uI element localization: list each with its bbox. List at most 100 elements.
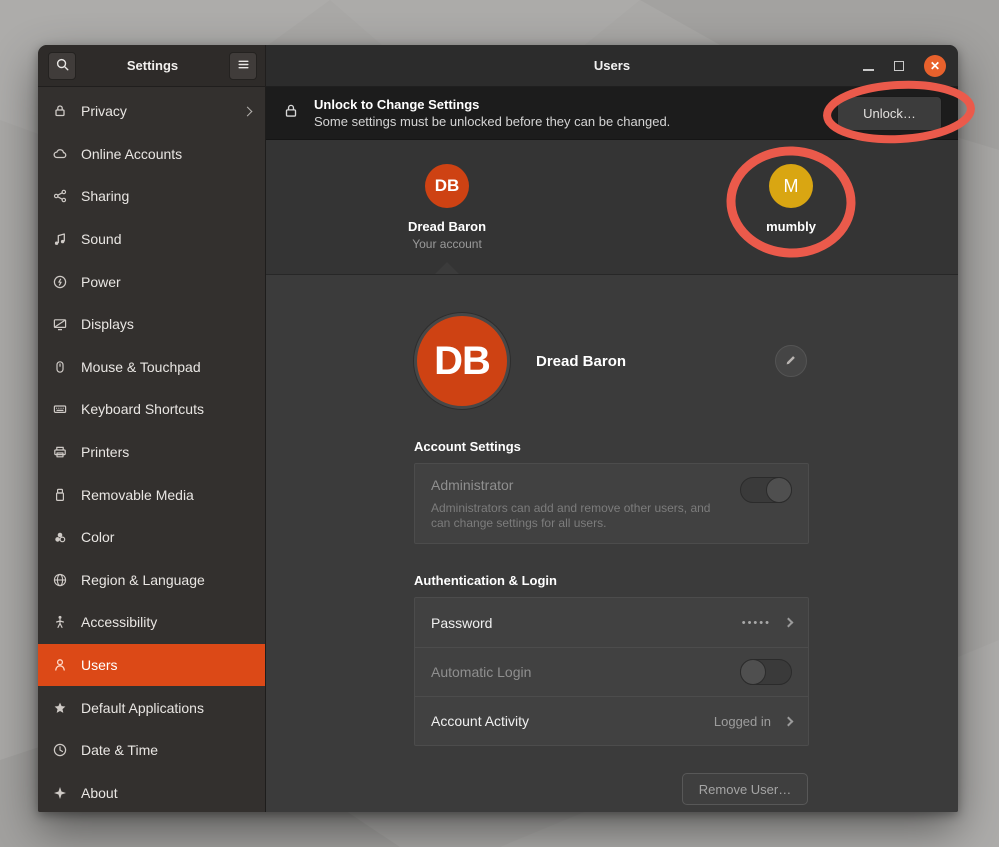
password-row[interactable]: Password ••••• [415,598,808,647]
sidebar-item-accessibility[interactable]: Accessibility [38,601,265,644]
avatar: DB [425,164,469,208]
unlock-banner-text: Unlock to Change Settings Some settings … [314,97,823,129]
automatic-login-toggle[interactable] [740,659,792,685]
administrator-card: Administrator Administrators can add and… [414,463,809,544]
sidebar-item-label: Mouse & Touchpad [81,359,253,375]
chevron-right-icon [784,618,794,628]
toggle-knob [766,477,792,503]
pencil-icon [784,353,798,370]
user-tile-mumbly[interactable]: M mumbly [711,164,871,234]
sidebar-item-about[interactable]: About [38,772,265,813]
administrator-toggle[interactable] [740,477,792,503]
user-tile-dread-baron[interactable]: DB Dread Baron Your account [367,164,527,251]
share-icon [52,188,68,204]
account-activity-value: Logged in [714,714,771,729]
sidebar-item-label: Sharing [81,188,253,204]
sidebar-item-label: Default Applications [81,700,253,716]
settings-window: Settings Users ✕ Privacy [38,45,958,812]
sidebar-item-privacy[interactable]: Privacy [38,90,265,133]
removable-media-icon [52,487,68,503]
unlock-button[interactable]: Unlock… [837,96,942,131]
sidebar-item-sharing[interactable]: Sharing [38,175,265,218]
display-icon [52,316,68,332]
sidebar-item-color[interactable]: Color [38,516,265,559]
sidebar-item-keyboard-shortcuts[interactable]: Keyboard Shortcuts [38,388,265,431]
users-icon [52,657,68,673]
auth-login-card: Password ••••• Automatic Login Account A… [414,597,809,746]
cloud-icon [52,146,68,162]
sidebar-item-label: Date & Time [81,742,253,758]
unlock-banner-subtitle: Some settings must be unlocked before th… [314,114,823,129]
accessibility-icon [52,614,68,630]
printer-icon [52,444,68,460]
sidebar-item-date-time[interactable]: Date & Time [38,729,265,772]
clock-icon [52,742,68,758]
sidebar-header: Settings [38,45,266,87]
sidebar-item-sound[interactable]: Sound [38,218,265,261]
power-icon [52,274,68,290]
profile-row: DB Dread Baron [414,313,809,409]
avatar: M [769,164,813,208]
mouse-icon [52,359,68,375]
sidebar-item-label: Region & Language [81,572,253,588]
color-icon [52,529,68,545]
sidebar-item-label: Removable Media [81,487,253,503]
sound-icon [52,231,68,247]
sidebar-item-label: Keyboard Shortcuts [81,401,253,417]
lock-icon [52,103,68,119]
page-title: Users [266,58,958,73]
keyboard-icon [52,401,68,417]
window-controls: ✕ [863,45,946,86]
close-button[interactable]: ✕ [924,55,946,77]
user-name: mumbly [711,219,871,234]
sidebar-item-label: Users [81,657,253,673]
sidebar-item-label: Displays [81,316,253,332]
lock-icon [282,102,300,125]
search-icon [55,57,70,75]
menu-button[interactable] [229,52,257,80]
maximize-button[interactable] [894,61,904,71]
sidebar-item-default-applications[interactable]: Default Applications [38,686,265,729]
sidebar-item-label: Online Accounts [81,146,253,162]
account-activity-label: Account Activity [431,713,714,729]
main-header: Users ✕ [266,45,958,87]
edit-name-button[interactable] [775,345,807,377]
sparkle-icon [52,785,68,801]
sidebar-item-mouse-touchpad[interactable]: Mouse & Touchpad [38,346,265,389]
sidebar-item-removable-media[interactable]: Removable Media [38,473,265,516]
sidebar-item-label: Accessibility [81,614,253,630]
unlock-banner-title: Unlock to Change Settings [314,97,823,112]
minimize-button[interactable] [863,69,874,71]
globe-icon [52,572,68,588]
user-name: Dread Baron [367,219,527,234]
sidebar-item-label: About [81,785,253,801]
automatic-login-row: Automatic Login [415,647,808,696]
auth-login-heading: Authentication & Login [414,573,809,588]
sidebar-item-power[interactable]: Power [38,260,265,303]
sidebar-item-online-accounts[interactable]: Online Accounts [38,133,265,176]
administrator-description: Administrators can add and remove other … [431,501,792,531]
remove-user-button[interactable]: Remove User… [682,773,808,805]
administrator-description-line1: Administrators can add and remove other … [431,501,792,516]
user-carousel: DB Dread Baron Your account M mumbly [266,140,958,275]
selected-user-caret [435,262,459,274]
automatic-login-label: Automatic Login [431,664,740,680]
sidebar-item-label: Sound [81,231,253,247]
password-label: Password [431,615,742,631]
avatar[interactable]: DB [414,313,510,409]
sidebar-item-label: Power [81,274,253,290]
administrator-description-line2: can change settings for all users. [431,516,792,531]
toggle-knob [740,659,766,685]
user-subtitle: Your account [367,237,527,251]
sidebar-item-printers[interactable]: Printers [38,431,265,474]
sidebar-item-region-language[interactable]: Region & Language [38,559,265,602]
hamburger-icon [236,57,251,75]
sidebar-item-users[interactable]: Users [38,644,265,687]
account-activity-row[interactable]: Account Activity Logged in [415,696,808,745]
sidebar-item-displays[interactable]: Displays [38,303,265,346]
star-icon [52,700,68,716]
profile-name: Dread Baron [536,353,626,370]
chevron-right-icon [784,716,794,726]
chevron-right-icon [243,106,253,116]
search-button[interactable] [48,52,76,80]
